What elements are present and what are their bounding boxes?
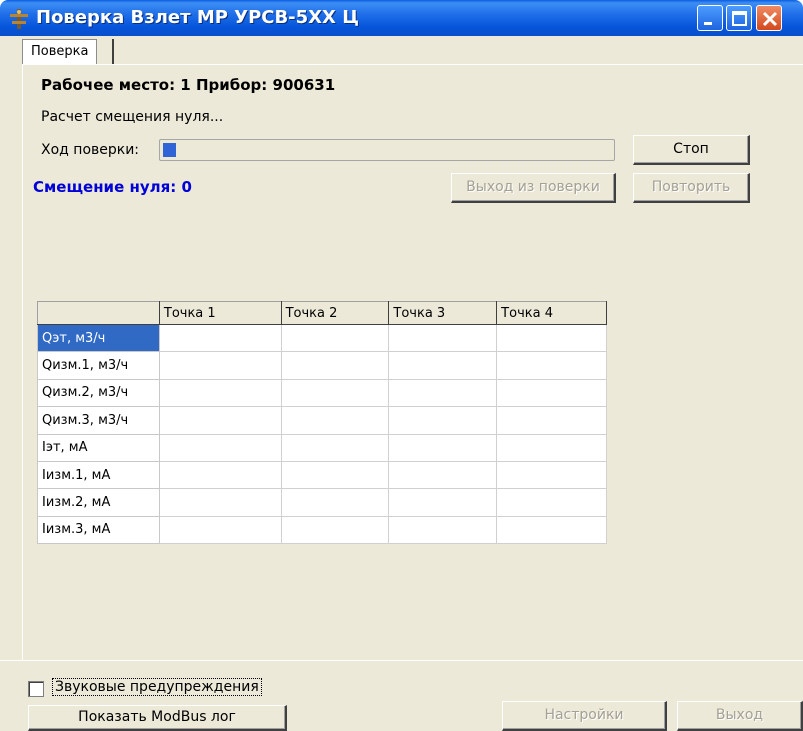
status-text: Расчет смещения нуля...: [41, 109, 224, 125]
grid-cell[interactable]: [280, 488, 390, 517]
row-header[interactable]: Qэт, м3/ч: [37, 323, 160, 353]
row-header[interactable]: Iэт, мА: [37, 433, 160, 462]
sound-warnings-label[interactable]: Звуковые предупреждения: [52, 678, 262, 696]
table-row[interactable]: Iизм.1, мА: [37, 460, 607, 490]
table-row[interactable]: Qизм.2, м3/ч: [37, 378, 607, 408]
table-row[interactable]: Iизм.2, мА: [37, 488, 607, 517]
progress-label: Ход поверки:: [41, 142, 140, 158]
grid-cell[interactable]: [388, 488, 498, 517]
row-header[interactable]: Qизм.1, м3/ч: [37, 351, 160, 380]
app-logo-icon: [10, 9, 28, 29]
window-title: Поверка Взлет МР УРСВ-5ХХ Ц: [36, 7, 359, 28]
grid-cell[interactable]: [158, 406, 282, 435]
grid-cell[interactable]: [158, 323, 282, 353]
stop-button[interactable]: Стоп: [633, 135, 750, 165]
grid-cell[interactable]: [280, 515, 390, 545]
grid-cell[interactable]: [388, 351, 498, 380]
grid-cell[interactable]: [388, 378, 498, 408]
title-bar[interactable]: Поверка Взлет МР УРСВ-5ХХ Ц: [0, 0, 803, 36]
zero-offset-label: Смещение нуля: 0: [33, 178, 192, 196]
grid-cell[interactable]: [496, 488, 607, 517]
grid-corner-cell: [37, 301, 160, 325]
row-header[interactable]: Qизм.2, м3/ч: [37, 378, 160, 408]
grid-cell[interactable]: [280, 378, 390, 408]
grid-cell[interactable]: [158, 515, 282, 545]
row-header[interactable]: Iизм.3, мА: [37, 515, 160, 545]
row-header[interactable]: Iизм.1, мА: [37, 460, 160, 490]
grid-cell[interactable]: [158, 488, 282, 517]
grid-cell[interactable]: [158, 460, 282, 490]
verification-panel: Рабочее место: 1 Прибор: 900631 Расчет с…: [22, 64, 803, 660]
grid-cell[interactable]: [388, 323, 498, 353]
table-row[interactable]: Qизм.3, м3/ч: [37, 406, 607, 435]
grid-cell[interactable]: [496, 515, 607, 545]
column-header[interactable]: Точка 4: [496, 301, 607, 325]
progress-bar: [159, 139, 615, 161]
grid-cell[interactable]: [158, 433, 282, 462]
grid-cell[interactable]: [388, 433, 498, 462]
column-header[interactable]: Точка 2: [280, 301, 390, 325]
grid-cell[interactable]: [158, 378, 282, 408]
exit-verification-button[interactable]: Выход из поверки: [451, 173, 616, 203]
grid-cell[interactable]: [496, 351, 607, 380]
grid-cell[interactable]: [280, 323, 390, 353]
grid-cell[interactable]: [496, 433, 607, 462]
table-row[interactable]: Iэт, мА: [37, 433, 607, 462]
grid-cell[interactable]: [496, 323, 607, 353]
maximize-icon: [732, 11, 747, 26]
grid-cell[interactable]: [388, 460, 498, 490]
tab-verification[interactable]: Поверка: [22, 39, 98, 65]
table-row[interactable]: Qэт, м3/ч: [37, 323, 607, 353]
maximize-button[interactable]: [726, 5, 752, 31]
row-header[interactable]: Qизм.3, м3/ч: [37, 406, 160, 435]
minimize-icon: [704, 22, 712, 25]
progress-fill: [163, 143, 176, 157]
column-header[interactable]: Точка 3: [388, 301, 498, 325]
exit-button[interactable]: Выход: [677, 701, 803, 731]
grid-cell[interactable]: [496, 460, 607, 490]
grid-cell[interactable]: [388, 515, 498, 545]
column-header[interactable]: Точка 1: [158, 301, 282, 325]
workplace-label: Рабочее место: 1 Прибор: 900631: [41, 76, 336, 94]
grid-cell[interactable]: [496, 378, 607, 408]
row-header[interactable]: Iизм.2, мА: [37, 488, 160, 517]
grid-cell[interactable]: [496, 406, 607, 435]
grid-cell[interactable]: [280, 433, 390, 462]
table-row[interactable]: Iизм.3, мА: [37, 515, 607, 545]
minimize-button[interactable]: [697, 5, 723, 31]
grid-cell[interactable]: [388, 406, 498, 435]
tab-strip: Поверка: [0, 36, 803, 65]
settings-button[interactable]: Настройки: [502, 701, 667, 731]
repeat-button[interactable]: Повторить: [633, 173, 750, 203]
grid-cell[interactable]: [280, 460, 390, 490]
close-icon: [762, 11, 778, 27]
grid-cell[interactable]: [280, 351, 390, 380]
measurement-grid[interactable]: Точка 1 Точка 2 Точка 3 Точка 4 Qэт, м3/…: [37, 301, 607, 545]
sound-warnings-checkbox[interactable]: [28, 681, 44, 697]
tab-divider: [112, 39, 114, 64]
grid-header-row: Точка 1 Точка 2 Точка 3 Точка 4: [37, 301, 607, 325]
footer-bar: Звуковые предупреждения Показать ModBus …: [0, 660, 803, 731]
window-client-area: Поверка Рабочее место: 1 Прибор: 900631 …: [0, 36, 803, 731]
table-row[interactable]: Qизм.1, м3/ч: [37, 351, 607, 380]
close-button[interactable]: [756, 5, 782, 31]
grid-cell[interactable]: [280, 406, 390, 435]
show-modbus-log-button[interactable]: Показать ModBus лог: [28, 705, 287, 731]
grid-cell[interactable]: [158, 351, 282, 380]
